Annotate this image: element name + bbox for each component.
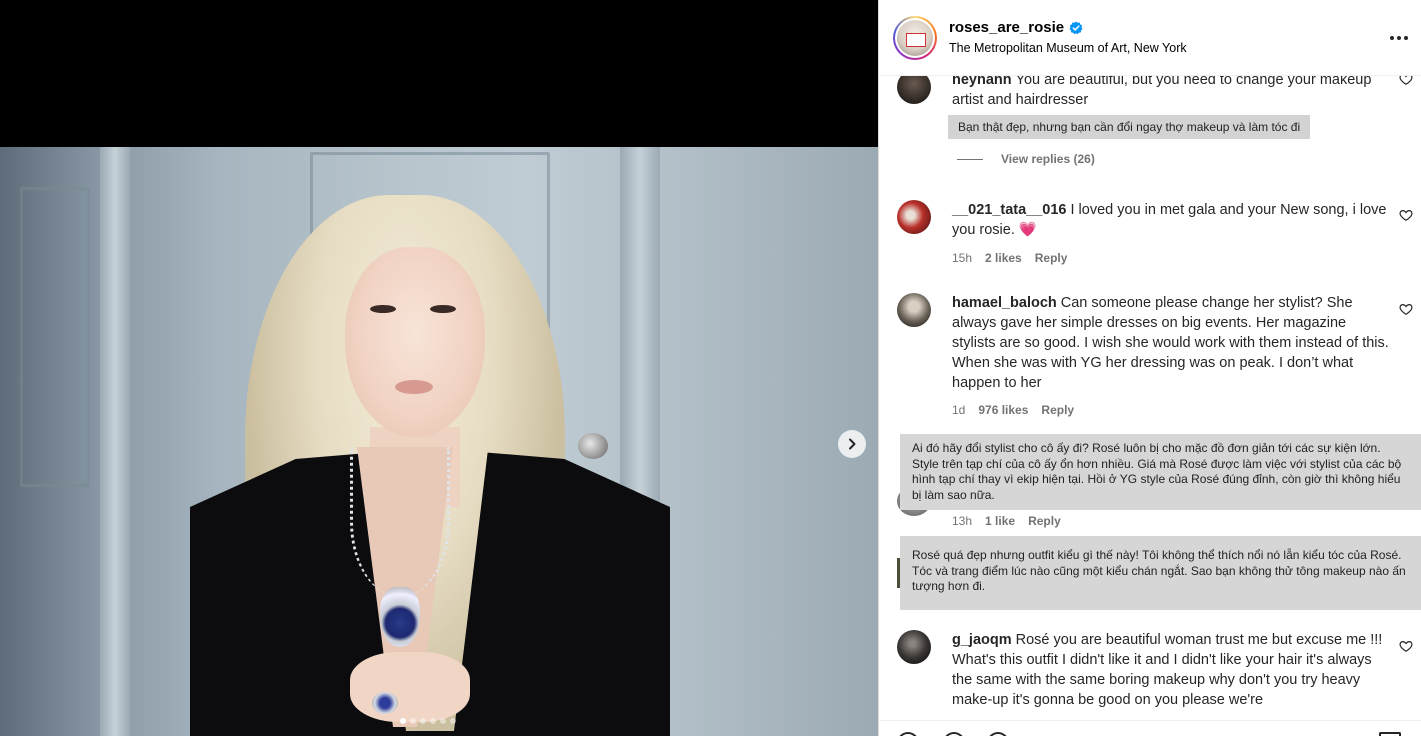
comment-translation: Ai đó hãy đổi stylist cho cô ấy đi? Rosé…	[900, 434, 1421, 510]
person-hand	[350, 652, 470, 722]
action-bar	[879, 720, 1421, 736]
comment-likes[interactable]: 976 likes	[978, 403, 1028, 417]
more-options-icon[interactable]	[1387, 28, 1411, 48]
post-photo	[0, 147, 878, 736]
share-icon[interactable]	[987, 732, 1009, 736]
door-frame-left	[100, 147, 130, 736]
person-face	[345, 247, 485, 437]
comment-text: Rosé you are beautiful woman trust me bu…	[952, 632, 1383, 708]
author-username[interactable]: roses_are_rosie	[949, 19, 1083, 36]
verified-badge-icon	[1069, 21, 1083, 34]
heart-icon[interactable]	[1399, 208, 1413, 222]
carousel-dot[interactable]	[420, 718, 426, 724]
author-avatar[interactable]	[893, 16, 937, 60]
comment-time[interactable]: 15h	[952, 251, 972, 265]
replies-divider	[957, 158, 983, 160]
post-details-panel: roses_are_rosie The Metropolitan Museum …	[878, 0, 1421, 736]
commenter-avatar[interactable]	[897, 630, 931, 664]
commenter-avatar[interactable]	[897, 293, 931, 327]
reply-button[interactable]: Reply	[1041, 403, 1074, 417]
author-username-text[interactable]: roses_are_rosie	[949, 19, 1064, 36]
comment-translation: Rosé quá đẹp nhưng outfit kiểu gì thế nà…	[900, 536, 1421, 610]
commenter-username[interactable]: __021_tata__016	[952, 202, 1067, 218]
post-location[interactable]: The Metropolitan Museum of Art, New York	[949, 41, 1187, 55]
carousel-dot[interactable]	[440, 718, 446, 724]
like-post-icon[interactable]	[897, 732, 919, 736]
reply-button[interactable]: Reply	[1028, 514, 1061, 528]
reply-button[interactable]: Reply	[1035, 251, 1068, 265]
comment-item: Ai đó hãy đổi stylist cho cô ấy đi? Rosé…	[879, 434, 1421, 530]
carousel-dot[interactable]	[430, 718, 436, 724]
comments-list: heynanh You are beautiful, but you need t…	[879, 76, 1421, 720]
view-replies-label[interactable]: View replies (26)	[1001, 152, 1095, 166]
next-slide-button[interactable]	[838, 430, 866, 458]
person-eye-left	[370, 305, 396, 313]
commenter-avatar[interactable]	[897, 200, 931, 234]
commenter-username[interactable]: g_jaoqm	[952, 632, 1012, 648]
commenter-username[interactable]: hamael_baloch	[952, 295, 1057, 311]
carousel-dot[interactable]	[450, 718, 456, 724]
post-header: roses_are_rosie The Metropolitan Museum …	[879, 0, 1421, 76]
heart-icon[interactable]	[1399, 302, 1413, 316]
comment-translation: Bạn thật đẹp, nhưng bạn cần đổi ngay thợ…	[948, 115, 1311, 139]
comment-item: heynanh You are beautiful, but you need t…	[879, 76, 1421, 180]
necklace-chain	[350, 447, 450, 597]
comment-text: You are beautiful, but you need to chang…	[952, 76, 1372, 108]
heart-icon[interactable]	[1399, 76, 1413, 86]
save-icon[interactable]	[1379, 732, 1401, 736]
carousel-indicator	[400, 718, 456, 724]
comment-body: g_jaoqm Rosé you are beautiful woman trus…	[952, 630, 1392, 710]
comment-item: __021_tata__016 I loved you in met gala a…	[879, 200, 1421, 270]
person-lips	[395, 380, 433, 394]
person-eye-right	[430, 305, 456, 313]
comment-time[interactable]: 13h	[952, 514, 972, 528]
comment-item: Rosé quá đẹp nhưng outfit kiểu gì thế nà…	[879, 536, 1421, 610]
door-handle	[578, 433, 608, 459]
carousel-dot[interactable]	[400, 718, 406, 724]
comment-item: g_jaoqm Rosé you are beautiful woman trus…	[879, 630, 1421, 720]
comment-body: heynanh You are beautiful, but you need t…	[952, 76, 1392, 110]
comment-item: hamael_baloch Can someone please change h…	[879, 293, 1421, 423]
sapphire-ring	[372, 692, 398, 714]
comment-meta: 13h 1 like Reply	[952, 514, 1061, 528]
comment-meta: 1d 976 likes Reply	[952, 403, 1074, 417]
heart-icon[interactable]	[1399, 639, 1413, 653]
comment-meta: 15h 2 likes Reply	[952, 251, 1067, 265]
comment-time[interactable]: 1d	[952, 403, 965, 417]
door-panel-left	[20, 187, 90, 487]
comment-likes[interactable]: 1 like	[985, 514, 1015, 528]
post-media	[0, 0, 878, 736]
comment-body: hamael_baloch Can someone please change h…	[952, 293, 1392, 393]
sapphire-pendant	[380, 587, 420, 647]
commenter-avatar[interactable]	[897, 76, 931, 104]
comment-body: __021_tata__016 I loved you in met gala a…	[952, 200, 1392, 240]
view-replies-button[interactable]: View replies (26)	[957, 152, 1095, 166]
chevron-right-icon	[849, 438, 856, 450]
comment-likes[interactable]: 2 likes	[985, 251, 1022, 265]
comment-icon[interactable]	[943, 732, 965, 736]
commenter-username[interactable]: heynanh	[952, 76, 1012, 88]
carousel-dot[interactable]	[410, 718, 416, 724]
